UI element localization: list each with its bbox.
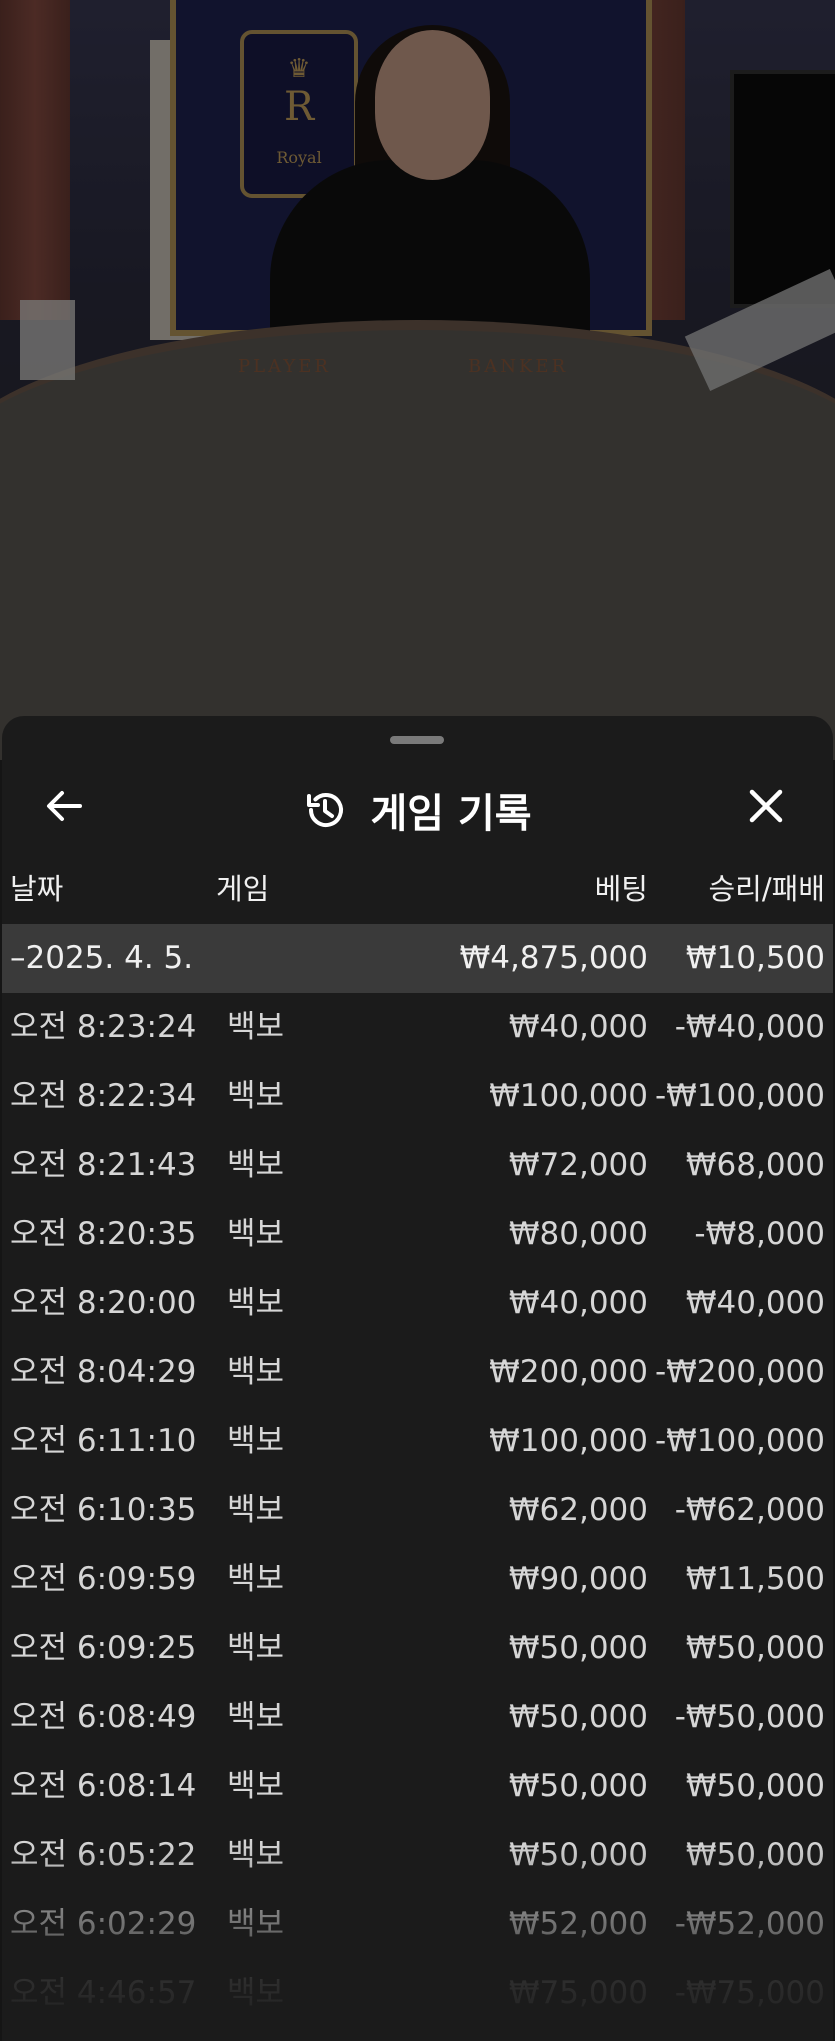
row-result: -₩100,000 — [654, 1078, 825, 1114]
row-bet: ₩100,000 — [489, 1423, 648, 1459]
row-result: ₩50,000 — [685, 1837, 825, 1873]
row-time: 오전 6:10:35 — [10, 1492, 197, 1528]
row-game: 백보 — [227, 1078, 285, 1114]
row-result: -₩50,000 — [674, 1699, 825, 1735]
row-bet: ₩75,000 — [508, 1975, 648, 2011]
column-header-game: 게임 — [216, 872, 270, 906]
history-icon — [303, 788, 347, 832]
row-game: 백보 — [227, 1492, 285, 1528]
date-group-row[interactable]: –2025. 4. 5. ₩4,875,000 ₩10,500 — [2, 924, 833, 993]
history-row[interactable]: 오전 8:22:34 백보 ₩100,000 -₩100,000 — [2, 1062, 833, 1131]
history-row[interactable]: 오전 6:09:25 백보 ₩50,000 ₩50,000 — [2, 1614, 833, 1683]
close-icon[interactable] — [744, 784, 788, 828]
live-dealer-video: ♛ R Royal PLAYER BANKER — [0, 0, 835, 760]
row-time: 오전 6:02:29 — [10, 1906, 197, 1942]
dim-overlay — [0, 0, 835, 760]
row-time: 오전 8:20:00 — [10, 1285, 197, 1321]
row-result: ₩68,000 — [685, 1147, 825, 1183]
row-time: 오전 8:04:29 — [10, 1354, 197, 1390]
sheet-drag-handle[interactable] — [390, 736, 444, 744]
row-time: 오전 6:11:10 — [10, 1423, 197, 1459]
row-result: -₩200,000 — [654, 1354, 825, 1390]
row-game: 백보 — [227, 1975, 285, 2011]
column-header-bet: 베팅 — [594, 872, 648, 906]
history-row[interactable]: 오전 8:23:24 백보 ₩40,000 -₩40,000 — [2, 993, 833, 1062]
history-row[interactable]: 오전 4:46:57 백보 ₩75,000 -₩75,000 — [2, 1959, 833, 2028]
date-group-result-total: ₩10,500 — [685, 940, 825, 976]
row-time: 오전 6:05:22 — [10, 1837, 197, 1873]
game-history-sheet: 게임 기록 날짜 게임 베팅 승리/패배 –2025. 4. 5. ₩4,875… — [2, 716, 833, 2041]
table-header-row: 날짜 게임 베팅 승리/패배 — [2, 866, 833, 916]
history-row[interactable]: 오전 8:20:35 백보 ₩80,000 -₩8,000 — [2, 1200, 833, 1269]
row-bet: ₩90,000 — [508, 1561, 648, 1597]
row-bet: ₩100,000 — [489, 1078, 648, 1114]
history-row[interactable]: 오전 6:08:49 백보 ₩50,000 -₩50,000 — [2, 1683, 833, 1752]
row-game: 백보 — [227, 1216, 285, 1252]
row-game: 백보 — [227, 1699, 285, 1735]
row-bet: ₩52,000 — [508, 1906, 648, 1942]
row-bet: ₩40,000 — [508, 1009, 648, 1045]
row-time: 오전 4:46:57 — [10, 1975, 197, 2011]
row-time: 오전 8:20:35 — [10, 1216, 197, 1252]
row-game: 백보 — [227, 1285, 285, 1321]
history-list: –2025. 4. 5. ₩4,875,000 ₩10,500 오전 8:23:… — [2, 924, 833, 2028]
row-bet: ₩200,000 — [489, 1354, 648, 1390]
sheet-title: 게임 기록 — [370, 791, 532, 837]
history-row[interactable]: 오전 8:20:00 백보 ₩40,000 ₩40,000 — [2, 1269, 833, 1338]
date-group-bet-total: ₩4,875,000 — [459, 940, 648, 976]
row-time: 오전 8:22:34 — [10, 1078, 197, 1114]
row-time: 오전 6:08:49 — [10, 1699, 197, 1735]
row-time: 오전 8:23:24 — [10, 1009, 197, 1045]
sheet-header: 게임 기록 — [2, 756, 833, 856]
row-bet: ₩40,000 — [508, 1285, 648, 1321]
row-result: -₩40,000 — [674, 1009, 825, 1045]
history-row[interactable]: 오전 6:02:29 백보 ₩52,000 -₩52,000 — [2, 1890, 833, 1959]
row-result: -₩75,000 — [674, 1975, 825, 2011]
row-game: 백보 — [227, 1837, 285, 1873]
row-time: 오전 6:09:59 — [10, 1561, 197, 1597]
row-bet: ₩50,000 — [508, 1630, 648, 1666]
row-result: -₩8,000 — [694, 1216, 825, 1252]
history-row[interactable]: 오전 6:10:35 백보 ₩62,000 -₩62,000 — [2, 1476, 833, 1545]
row-game: 백보 — [227, 1630, 285, 1666]
row-time: 오전 6:08:14 — [10, 1768, 197, 1804]
row-result: ₩50,000 — [685, 1768, 825, 1804]
row-game: 백보 — [227, 1906, 285, 1942]
row-bet: ₩50,000 — [508, 1699, 648, 1735]
row-bet: ₩62,000 — [508, 1492, 648, 1528]
row-game: 백보 — [227, 1354, 285, 1390]
row-game: 백보 — [227, 1423, 285, 1459]
row-time: 오전 8:21:43 — [10, 1147, 197, 1183]
row-result: -₩100,000 — [654, 1423, 825, 1459]
row-result: -₩62,000 — [674, 1492, 825, 1528]
row-game: 백보 — [227, 1561, 285, 1597]
row-bet: ₩50,000 — [508, 1768, 648, 1804]
history-row[interactable]: 오전 6:05:22 백보 ₩50,000 ₩50,000 — [2, 1821, 833, 1890]
history-row[interactable]: 오전 6:09:59 백보 ₩90,000 ₩11,500 — [2, 1545, 833, 1614]
row-game: 백보 — [227, 1768, 285, 1804]
date-group-label: –2025. 4. 5. — [10, 940, 194, 976]
column-header-result: 승리/패배 — [708, 872, 826, 906]
sheet-title-group: 게임 기록 — [2, 781, 833, 839]
row-bet: ₩50,000 — [508, 1837, 648, 1873]
row-bet: ₩72,000 — [508, 1147, 648, 1183]
row-time: 오전 6:09:25 — [10, 1630, 197, 1666]
history-row[interactable]: 오전 6:08:14 백보 ₩50,000 ₩50,000 — [2, 1752, 833, 1821]
history-row[interactable]: 오전 6:11:10 백보 ₩100,000 -₩100,000 — [2, 1407, 833, 1476]
row-game: 백보 — [227, 1147, 285, 1183]
row-game: 백보 — [227, 1009, 285, 1045]
row-result: -₩52,000 — [674, 1906, 825, 1942]
row-result: ₩11,500 — [685, 1561, 825, 1597]
column-header-date: 날짜 — [10, 872, 64, 906]
row-result: ₩40,000 — [685, 1285, 825, 1321]
row-result: ₩50,000 — [685, 1630, 825, 1666]
history-row[interactable]: 오전 8:21:43 백보 ₩72,000 ₩68,000 — [2, 1131, 833, 1200]
row-bet: ₩80,000 — [508, 1216, 648, 1252]
history-row[interactable]: 오전 8:04:29 백보 ₩200,000 -₩200,000 — [2, 1338, 833, 1407]
